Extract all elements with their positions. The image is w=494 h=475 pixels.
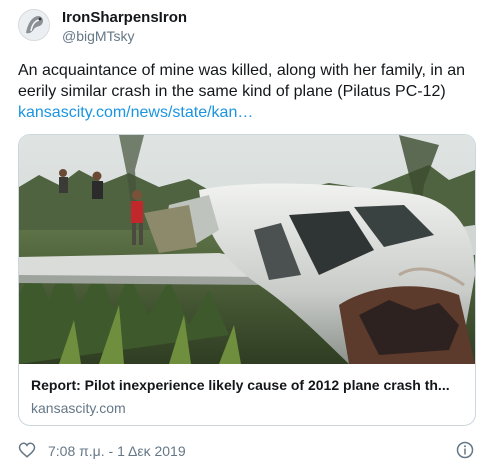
- avatar[interactable]: [18, 9, 50, 41]
- card-domain: kansascity.com: [31, 400, 126, 416]
- tweet-text: An acquaintance of mine was killed, alon…: [18, 62, 466, 100]
- author-handle[interactable]: @bigMTsky: [62, 28, 135, 44]
- info-icon[interactable]: [456, 441, 474, 459]
- tweet-link[interactable]: kansascity.com/news/state/kan…: [18, 102, 253, 123]
- tweet: IronSharpensIron @bigMTsky An acquaintan…: [0, 0, 494, 475]
- heart-icon[interactable]: [18, 441, 36, 459]
- timestamp[interactable]: 7:08 π.μ. - 1 Δεκ 2019: [48, 443, 186, 459]
- card-image[interactable]: [19, 135, 475, 364]
- link-preview-card[interactable]: Report: Pilot inexperience likely cause …: [18, 134, 476, 426]
- author-display-name[interactable]: IronSharpensIron: [62, 9, 187, 26]
- tweet-footer: 7:08 π.μ. - 1 Δεκ 2019: [18, 441, 476, 461]
- card-title[interactable]: Report: Pilot inexperience likely cause …: [31, 377, 467, 393]
